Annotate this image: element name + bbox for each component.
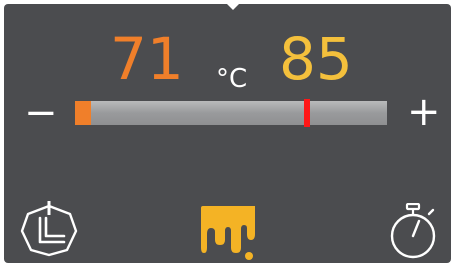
stopwatch-icon[interactable]	[385, 203, 441, 261]
stopwatch-icon-graphic	[390, 203, 436, 259]
top-notch-indicator	[227, 4, 239, 10]
heater-icon[interactable]	[18, 201, 80, 257]
temperature-slider[interactable]	[75, 99, 387, 127]
current-temperature: 71	[110, 25, 184, 93]
target-temperature[interactable]: 85	[279, 30, 353, 88]
temperature-unit: °C	[216, 64, 248, 94]
current-temperature-fill	[75, 101, 91, 125]
target-temperature-thumb[interactable]	[304, 99, 310, 127]
melting-drip-icon-graphic	[201, 206, 255, 260]
melting-drip-icon[interactable]	[201, 204, 257, 262]
increase-button[interactable]: +	[407, 92, 441, 132]
heater-icon-graphic	[20, 201, 78, 257]
decrease-button[interactable]: −	[24, 93, 58, 133]
temperature-control-screen: 71 °C 85 − +	[4, 4, 451, 263]
